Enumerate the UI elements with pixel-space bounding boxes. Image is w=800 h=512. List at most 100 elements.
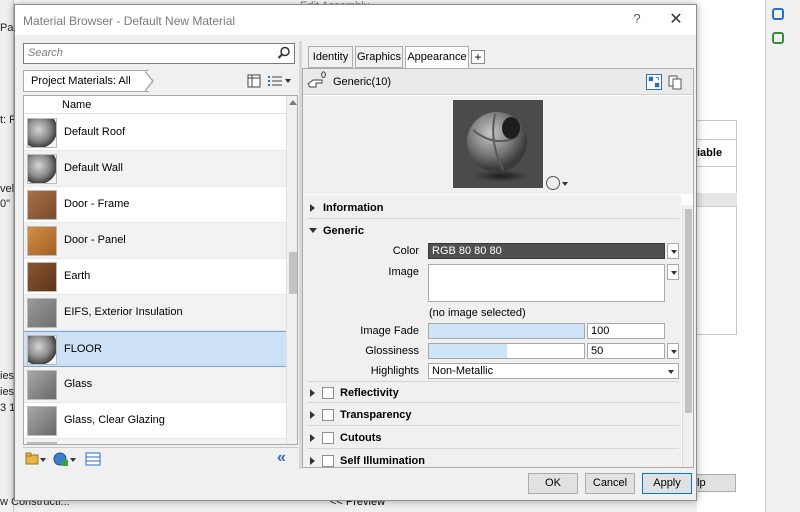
glossiness-slider-fill bbox=[429, 344, 507, 358]
list-item[interactable]: Earth bbox=[24, 259, 286, 295]
replace-asset-icon[interactable] bbox=[646, 74, 662, 90]
material-thumbnail bbox=[27, 298, 57, 328]
transparency-checkbox[interactable] bbox=[322, 409, 334, 421]
background-fragment: ies bbox=[0, 370, 14, 382]
list-item[interactable]: Default Wall bbox=[24, 151, 286, 187]
chevron-down-icon bbox=[671, 271, 677, 275]
toolbar-icon[interactable] bbox=[772, 8, 784, 20]
material-name: Earth bbox=[64, 270, 91, 282]
background-fragment: vel bbox=[0, 183, 14, 195]
chevron-down-icon bbox=[668, 370, 674, 374]
glossiness-label: Glossiness bbox=[365, 345, 419, 357]
section-information[interactable]: Information bbox=[307, 197, 679, 219]
list-item[interactable] bbox=[24, 439, 286, 444]
material-name: Glass bbox=[64, 378, 93, 390]
tab-appearance[interactable]: Appearance bbox=[405, 46, 469, 69]
material-thumbnail bbox=[27, 154, 57, 184]
render-settings-icon[interactable] bbox=[546, 176, 560, 190]
asset-user-count: 0 bbox=[321, 70, 327, 80]
highlights-label: Highlights bbox=[370, 365, 419, 377]
breadcrumb[interactable]: Project Materials: All bbox=[23, 70, 149, 92]
chevron-down-icon[interactable] bbox=[39, 452, 47, 466]
collapse-panel-icon[interactable]: « bbox=[277, 449, 293, 466]
background-fragment: 0" bbox=[0, 198, 11, 210]
expand-arrow-icon[interactable] bbox=[310, 411, 315, 419]
apply-button[interactable]: Apply bbox=[642, 473, 692, 494]
background-table-row bbox=[697, 193, 737, 207]
image-fade-value[interactable]: 100 bbox=[587, 323, 665, 339]
scroll-up-arrow-icon[interactable] bbox=[289, 100, 297, 105]
asset-browser-icon[interactable] bbox=[85, 452, 101, 466]
list-item[interactable]: EIFS, Exterior Insulation bbox=[24, 295, 286, 331]
search-input[interactable]: Search bbox=[23, 43, 295, 64]
panel-view-icon[interactable] bbox=[247, 74, 261, 88]
expand-arrow-icon[interactable] bbox=[310, 457, 315, 465]
column-header[interactable]: Name bbox=[24, 96, 286, 114]
scrollbar-thumb[interactable] bbox=[289, 252, 297, 294]
section-reflectivity[interactable]: Reflectivity bbox=[307, 381, 679, 403]
list-item[interactable]: Default Roof bbox=[24, 115, 286, 151]
glossiness-slider[interactable] bbox=[428, 343, 585, 359]
highlights-value: Non-Metallic bbox=[432, 365, 494, 377]
glossiness-value[interactable]: 50 bbox=[587, 343, 665, 359]
expand-arrow-icon[interactable] bbox=[310, 434, 315, 442]
ok-button[interactable]: OK bbox=[528, 473, 578, 494]
list-view-icon[interactable] bbox=[267, 74, 283, 88]
background-fragment: t: Flo bbox=[0, 114, 14, 126]
chevron-down-icon[interactable] bbox=[285, 79, 291, 83]
add-asset-button[interactable]: + bbox=[471, 50, 485, 64]
image-fade-slider[interactable] bbox=[428, 323, 585, 339]
section-cutouts-label: Cutouts bbox=[340, 432, 382, 444]
image-label: Image bbox=[388, 266, 419, 278]
properties-scrollbar[interactable] bbox=[682, 205, 693, 467]
tab-identity[interactable]: Identity bbox=[308, 46, 353, 68]
color-dropdown-button[interactable] bbox=[667, 243, 679, 259]
cancel-button[interactable]: Cancel bbox=[585, 473, 635, 494]
scrollbar-thumb[interactable] bbox=[685, 209, 692, 413]
list-item[interactable]: Glass, Clear Glazing bbox=[24, 403, 286, 439]
color-field[interactable]: RGB 80 80 80 bbox=[428, 243, 665, 259]
material-thumbnail bbox=[27, 118, 57, 148]
list-item[interactable]: Door - Panel bbox=[24, 223, 286, 259]
close-button[interactable]: ✕ bbox=[665, 10, 687, 32]
section-reflectivity-label: Reflectivity bbox=[340, 387, 399, 399]
list-item[interactable]: Door - Frame bbox=[24, 187, 286, 223]
material-name: Glass, Clear Glazing bbox=[64, 414, 165, 426]
image-dropdown-button[interactable] bbox=[667, 264, 679, 280]
toolbar-icon[interactable] bbox=[772, 32, 784, 44]
chevron-down-icon[interactable] bbox=[69, 452, 77, 466]
image-fade-slider-fill bbox=[429, 324, 584, 338]
glossiness-dropdown-button[interactable] bbox=[667, 343, 679, 359]
material-name: Default Roof bbox=[64, 126, 126, 138]
search-placeholder: Search bbox=[28, 47, 63, 59]
background-table: iable bbox=[697, 120, 737, 335]
expand-arrow-icon[interactable] bbox=[310, 389, 315, 397]
section-generic[interactable]: Generic bbox=[307, 220, 679, 242]
self-illumination-checkbox[interactable] bbox=[322, 455, 334, 467]
image-field[interactable] bbox=[428, 264, 665, 302]
section-self-illumination-label: Self Illumination bbox=[340, 455, 425, 467]
material-thumbnail bbox=[27, 190, 57, 220]
chevron-down-icon bbox=[671, 250, 677, 254]
cutouts-checkbox[interactable] bbox=[322, 432, 334, 444]
chevron-down-icon[interactable] bbox=[562, 182, 568, 186]
section-self-illumination[interactable]: Self Illumination bbox=[307, 450, 679, 472]
image-fade-label: Image Fade bbox=[360, 325, 419, 337]
section-transparency-label: Transparency bbox=[340, 409, 412, 421]
list-item[interactable]: FLOOR bbox=[24, 331, 286, 367]
tab-graphics[interactable]: Graphics bbox=[355, 46, 403, 68]
help-button[interactable]: ? bbox=[627, 11, 647, 31]
new-material-icon[interactable] bbox=[53, 452, 69, 466]
background-toolbar-strip bbox=[765, 0, 800, 512]
collapse-arrow-icon[interactable] bbox=[309, 228, 317, 233]
duplicate-asset-icon[interactable] bbox=[667, 74, 683, 90]
reflectivity-checkbox[interactable] bbox=[322, 387, 334, 399]
list-scrollbar[interactable] bbox=[286, 96, 297, 444]
expand-arrow-icon[interactable] bbox=[310, 204, 315, 212]
list-item[interactable]: Glass bbox=[24, 367, 286, 403]
section-cutouts[interactable]: Cutouts bbox=[307, 427, 679, 449]
section-transparency[interactable]: Transparency bbox=[307, 404, 679, 426]
search-icon[interactable] bbox=[277, 46, 291, 60]
material-list: Name Default Roof Default Wall Door - Fram… bbox=[23, 95, 298, 445]
highlights-select[interactable]: Non-Metallic bbox=[428, 363, 679, 379]
